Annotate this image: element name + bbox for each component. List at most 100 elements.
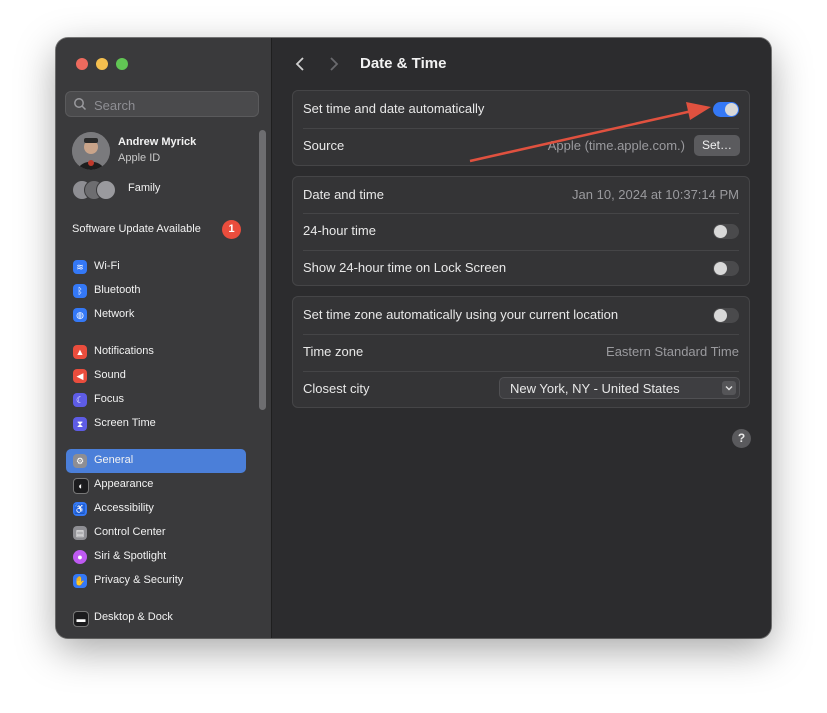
sidebar-item-label: Bluetooth <box>94 284 141 296</box>
auto-timezone-label: Set time zone automatically using your c… <box>303 307 619 322</box>
sidebar-item-label: General <box>94 454 134 466</box>
lock-screen-label: Show 24-hour time on Lock Screen <box>303 260 507 275</box>
source-row: Source Apple (time.apple.com.) Set… <box>293 128 749 165</box>
siri-icon: ● <box>73 550 87 564</box>
sidebar-item-sound[interactable]: ◀ Sound <box>66 364 246 388</box>
search-icon <box>74 98 87 111</box>
forward-chevron-icon[interactable] <box>326 56 342 72</box>
accessibility-icon: ♿ <box>73 502 87 516</box>
sidebar-item-label: Privacy & Security <box>94 574 184 586</box>
closest-city-select[interactable]: New York, NY - United States <box>499 377 740 399</box>
search-field[interactable] <box>65 91 259 117</box>
family-item[interactable]: Family <box>72 178 262 200</box>
chevron-down-icon <box>722 381 736 395</box>
profile-name: Andrew Myrick <box>118 136 197 148</box>
auto-time-row: Set time and date automatically <box>293 91 749 128</box>
set-source-button[interactable]: Set… <box>694 135 740 156</box>
back-chevron-icon[interactable] <box>292 56 308 72</box>
bluetooth-icon: ᛒ <box>73 284 87 298</box>
sidebar-item-appearance[interactable]: ◐ Appearance <box>66 473 246 497</box>
sidebar-item-bluetooth[interactable]: ᛒ Bluetooth <box>66 279 246 303</box>
minimize-window-button[interactable] <box>96 58 108 70</box>
timezone-group: Set time zone automatically using your c… <box>292 296 750 408</box>
sidebar-item-siri-spotlight[interactable]: ● Siri & Spotlight <box>66 545 246 569</box>
sidebar-scrollbar[interactable] <box>259 130 266 410</box>
settings-window: Andrew Myrick Apple ID Family Software U… <box>56 38 771 638</box>
hour24-toggle[interactable] <box>713 224 739 239</box>
closest-city-row: Closest city New York, NY - United State… <box>293 371 749 408</box>
sidebar-item-notifications[interactable]: ▲ Notifications <box>66 340 246 364</box>
hourglass-icon: ⧗ <box>73 417 87 431</box>
closest-city-label: Closest city <box>303 381 370 396</box>
sidebar-item-screen-time[interactable]: ⧗ Screen Time <box>66 412 246 436</box>
speaker-icon: ◀ <box>73 369 87 383</box>
auto-time-toggle[interactable] <box>713 102 739 117</box>
sidebar-item-label: Sound <box>94 369 126 381</box>
gear-icon: ⚙ <box>73 454 87 468</box>
sidebar-item-accessibility[interactable]: ♿ Accessibility <box>66 497 246 521</box>
closest-city-value: New York, NY - United States <box>510 381 680 396</box>
hour24-label: 24-hour time <box>303 223 376 238</box>
date-time-value: Jan 10, 2024 at 10:37:14 PM <box>572 187 739 202</box>
toggle-knob <box>714 262 727 275</box>
sidebar-item-label: Focus <box>94 393 124 405</box>
sidebar-item-label: Screen Time <box>94 417 156 429</box>
sidebar-item-desktop-dock[interactable]: ▬ Desktop & Dock <box>66 606 246 630</box>
software-update-item[interactable]: Software Update Available 1 <box>72 220 262 240</box>
lock-screen-toggle[interactable] <box>713 261 739 276</box>
sidebar-item-control-center[interactable]: ▤ Control Center <box>66 521 246 545</box>
timezone-row: Time zone Eastern Standard Time <box>293 334 749 371</box>
profile-subtitle: Apple ID <box>118 152 161 164</box>
sidebar-item-general[interactable]: ⚙ General <box>66 449 246 473</box>
family-label: Family <box>128 182 161 194</box>
page-title: Date & Time <box>360 55 447 72</box>
source-label: Source <box>303 138 345 153</box>
software-update-label: Software Update Available <box>72 223 201 235</box>
zoom-window-button[interactable] <box>116 58 128 70</box>
appearance-icon: ◐ <box>73 478 89 494</box>
family-avatar <box>96 180 116 200</box>
close-window-button[interactable] <box>76 58 88 70</box>
sidebar-item-label: Network <box>94 308 135 320</box>
sidebar-item-label: Desktop & Dock <box>94 611 173 623</box>
main-pane: Date & Time Set time and date automatica… <box>272 38 771 638</box>
help-button[interactable]: ? <box>732 429 751 448</box>
avatar <box>72 132 110 170</box>
network-icon: ◍ <box>73 308 87 322</box>
auto-timezone-row: Set time zone automatically using your c… <box>293 297 749 334</box>
sidebar-item-label: Siri & Spotlight <box>94 550 167 562</box>
date-time-label: Date and time <box>303 187 384 202</box>
timezone-value: Eastern Standard Time <box>606 344 739 359</box>
sidebar-item-label: Accessibility <box>94 502 154 514</box>
sync-group: Set time and date automatically Source A… <box>292 90 750 166</box>
sidebar-item-network[interactable]: ◍ Network <box>66 303 246 327</box>
sidebar-item-label: Wi-Fi <box>94 260 120 272</box>
date-time-row: Date and time Jan 10, 2024 at 10:37:14 P… <box>293 177 749 214</box>
toggle-knob <box>714 309 727 322</box>
wifi-icon: ≋ <box>73 260 87 274</box>
auto-time-label: Set time and date automatically <box>303 101 485 116</box>
sidebar-item-label: Control Center <box>94 526 166 538</box>
date-time-group: Date and time Jan 10, 2024 at 10:37:14 P… <box>292 176 750 286</box>
source-value: Apple (time.apple.com.) <box>547 138 685 153</box>
toggle-knob <box>725 103 738 116</box>
sidebar: Andrew Myrick Apple ID Family Software U… <box>56 38 272 638</box>
sidebar-item-label: Appearance <box>94 478 154 490</box>
hour24-row: 24-hour time <box>293 213 749 250</box>
hand-icon: ✋ <box>73 574 87 588</box>
toggle-knob <box>714 225 727 238</box>
control-center-icon: ▤ <box>73 526 87 540</box>
search-input[interactable] <box>92 95 256 115</box>
apple-id-profile[interactable]: Andrew Myrick Apple ID <box>70 130 260 172</box>
lock-screen-row: Show 24-hour time on Lock Screen <box>293 250 749 287</box>
sidebar-item-focus[interactable]: ☾ Focus <box>66 388 246 412</box>
sidebar-item-label: Notifications <box>94 345 154 357</box>
bell-icon: ▲ <box>73 345 87 359</box>
sidebar-item-wifi[interactable]: ≋ Wi-Fi <box>66 255 246 279</box>
dock-icon: ▬ <box>73 611 89 627</box>
update-count-badge: 1 <box>222 220 241 239</box>
timezone-label: Time zone <box>303 344 364 359</box>
moon-icon: ☾ <box>73 393 87 407</box>
sidebar-item-privacy-security[interactable]: ✋ Privacy & Security <box>66 569 246 593</box>
auto-timezone-toggle[interactable] <box>713 308 739 323</box>
